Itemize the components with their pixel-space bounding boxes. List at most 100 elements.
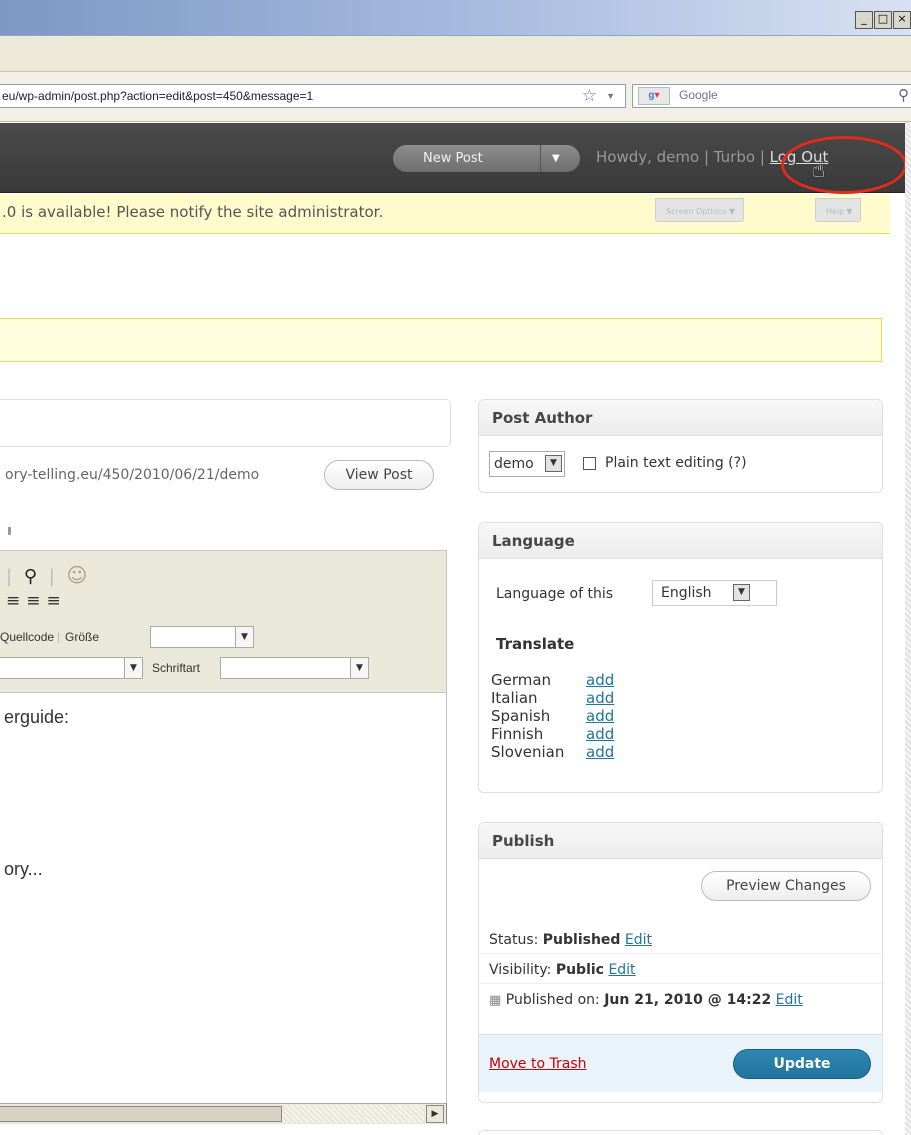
edit-visibility-link[interactable]: Edit <box>608 962 635 978</box>
chevron-down-icon: ▼ <box>545 455 562 472</box>
permalink[interactable]: ory-telling.eu/450/2010/06/21/demo <box>5 467 259 483</box>
horizontal-scrollbar[interactable]: ▶ <box>0 1103 447 1124</box>
align-right-icon[interactable]: ≡ <box>26 591 46 611</box>
major-publishing-actions: Move to Trash Update <box>479 1034 882 1092</box>
size-label: Größe <box>65 630 100 644</box>
add-translation-link[interactable]: add <box>586 689 614 707</box>
translation-row: Slovenian add <box>491 743 614 761</box>
address-bar[interactable]: eu/wp-admin/post.php?action=edit&post=45… <box>0 84 626 108</box>
maximize-button[interactable]: □ <box>874 11 892 29</box>
find-icon[interactable]: ⚲ <box>24 566 37 587</box>
language-box: Language Language of this English ▼ Tran… <box>478 522 883 793</box>
plain-text-label: Plain text editing (?) <box>605 455 747 471</box>
language-label: Language of this <box>496 586 614 602</box>
search-box[interactable]: g▾ Google ⚲ <box>632 84 911 108</box>
new-post-button[interactable]: New Post ▼ <box>393 145 580 172</box>
chevron-down-icon: ▼ <box>124 658 142 678</box>
translation-row: Spanish add <box>491 707 614 725</box>
minimize-button[interactable]: _ <box>855 11 873 29</box>
toolbar-row-3: Quellcode | Größe ▼ <box>0 626 447 650</box>
toolbar-separator: | <box>57 630 61 644</box>
add-translation-link[interactable]: add <box>586 725 614 743</box>
preview-changes-button[interactable]: Preview Changes <box>701 871 871 901</box>
screen-options-button[interactable]: Screen Options ▼ <box>655 198 745 222</box>
help-label: Help <box>826 207 845 216</box>
published-on-row: ▦ Published on: Jun 21, 2010 @ 14:22 Edi… <box>479 985 882 1014</box>
next-box <box>478 1130 883 1135</box>
smiley-icon[interactable]: ☺ <box>67 563 88 587</box>
upload-media-icon[interactable] <box>8 527 11 535</box>
post-title-input[interactable] <box>0 399 451 447</box>
window-controls: _ □ × <box>854 11 911 29</box>
add-translation-link[interactable]: add <box>586 743 614 761</box>
toolbar-row-4: ▼ Schriftart ▼ <box>0 657 447 681</box>
chevron-down-icon: ▼ <box>350 658 368 678</box>
google-engine-icon[interactable]: g▾ <box>638 87 670 105</box>
editor-line: ory... <box>4 859 43 879</box>
update-nag-text: .0 is available! Please notify the site … <box>2 203 384 221</box>
editor-content[interactable]: erguide: ory... <box>0 693 447 1103</box>
vertical-scrollbar[interactable] <box>905 122 911 1135</box>
chevron-down-icon[interactable]: ▼ <box>552 145 560 172</box>
chevron-down-icon: ▼ <box>733 584 750 601</box>
calendar-icon: ▦ <box>489 993 502 1008</box>
source-code-button[interactable]: Quellcode <box>0 626 54 648</box>
font-label: Schriftart <box>152 661 201 675</box>
translation-row: Italian add <box>491 689 614 707</box>
post-author-title: Post Author <box>479 400 882 436</box>
language-value: English <box>661 585 712 601</box>
scrollbar-track[interactable] <box>282 1105 424 1123</box>
language-name: Spanish <box>491 707 551 725</box>
publish-inner: Preview Changes Status: Published Edit V… <box>479 859 882 1102</box>
toolbar-separator: | <box>48 566 55 587</box>
edit-date-link[interactable]: Edit <box>776 992 803 1008</box>
font-select[interactable]: ▼ <box>220 657 369 679</box>
browser-menubar <box>0 36 911 72</box>
update-nag: .0 is available! Please notify the site … <box>0 194 890 234</box>
scrollbar-thumb[interactable] <box>0 1106 282 1122</box>
add-translation-link[interactable]: add <box>586 707 614 725</box>
scroll-right-icon[interactable]: ▶ <box>426 1105 444 1123</box>
published-value: Jun 21, 2010 @ 14:22 <box>604 992 772 1008</box>
update-button[interactable]: Update <box>733 1049 871 1079</box>
status-value: Published <box>542 932 621 948</box>
chevron-down-icon: ▼ <box>235 627 253 647</box>
new-post-label: New Post <box>423 151 483 166</box>
move-to-trash-link[interactable]: Move to Trash <box>489 1056 587 1072</box>
address-dropdown-icon[interactable]: ▼ <box>606 85 615 107</box>
translate-heading: Translate <box>496 635 575 653</box>
greeting-text: Howdy, demo | Turbo | <box>596 148 770 166</box>
view-post-button[interactable]: View Post <box>324 460 434 490</box>
format-select[interactable]: ▼ <box>0 657 143 679</box>
plain-text-checkbox[interactable] <box>583 457 596 470</box>
add-translation-link[interactable]: add <box>586 671 614 689</box>
align-justify-icon[interactable]: ≡ <box>47 591 67 611</box>
browser-navbar: eu/wp-admin/post.php?action=edit&post=45… <box>0 72 911 122</box>
toolbar-row-1: | ⚲ | ☺ <box>6 563 87 587</box>
visibility-row: Visibility: Public Edit <box>479 955 882 984</box>
close-button[interactable]: × <box>893 11 911 29</box>
toolbar-row-2: ≡≡≡ <box>6 591 67 611</box>
editor-toolbar: | ⚲ | ☺ ≡≡≡ Quellcode | Größe ▼ ▼ Schrif… <box>0 550 447 693</box>
edit-status-link[interactable]: Edit <box>625 932 652 948</box>
author-select[interactable]: demo ▼ <box>489 451 565 477</box>
hand-cursor-icon: ☝ <box>812 158 826 183</box>
search-icon[interactable]: ⚲ <box>898 86 909 104</box>
size-select[interactable]: ▼ <box>150 626 254 648</box>
language-title: Language <box>479 523 882 559</box>
status-label: Status: <box>489 932 543 948</box>
chevron-down-icon: ▼ <box>846 207 853 216</box>
publish-box: Publish Preview Changes Status: Publishe… <box>478 822 883 1103</box>
search-placeholder: Google <box>679 88 718 102</box>
translation-row: German add <box>491 671 614 689</box>
language-select[interactable]: English ▼ <box>652 580 777 606</box>
visibility-label: Visibility: <box>489 962 556 978</box>
bookmark-star-icon[interactable]: ☆ <box>582 85 597 107</box>
translation-row: Finnish add <box>491 725 614 743</box>
help-button[interactable]: Help ▼ <box>815 198 862 222</box>
chevron-down-icon: ▼ <box>728 207 736 216</box>
visibility-value: Public <box>555 962 604 978</box>
favorite-separator <box>540 145 541 172</box>
message-notice <box>0 318 882 362</box>
align-center-icon[interactable]: ≡ <box>6 591 26 611</box>
